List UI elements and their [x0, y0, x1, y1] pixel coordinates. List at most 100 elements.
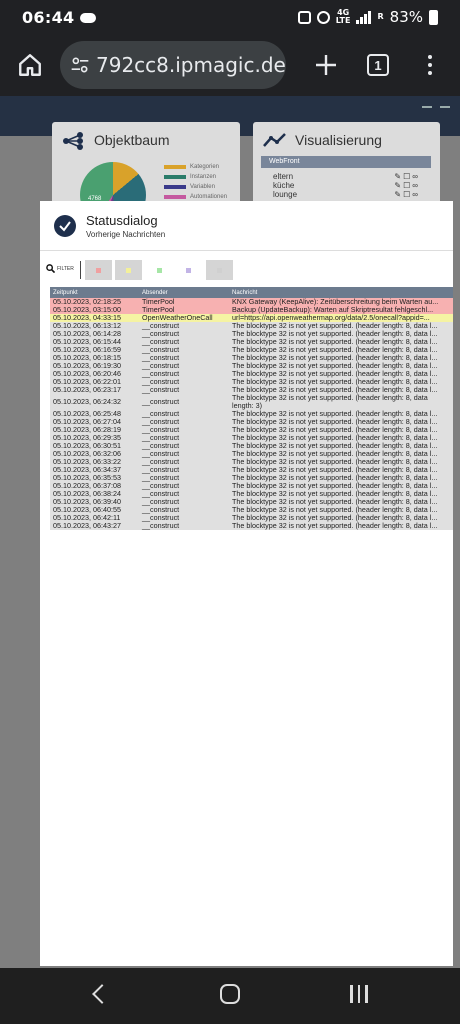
filter-chip-notify[interactable]: [175, 260, 202, 280]
cell-message: The blocktype 32 is not yet supported. (…: [229, 370, 453, 378]
table-row[interactable]: 05.10.2023, 06:19:30 __construct The block…: [50, 362, 453, 370]
chart-icon[interactable]: [440, 100, 450, 108]
cell-time: 05.10.2023, 06:38:24: [50, 490, 139, 498]
table-row[interactable]: 05.10.2023, 06:35:53 __construct The block…: [50, 474, 453, 482]
webfront-tools-icon[interactable]: ✎☐∞: [394, 172, 420, 181]
filter-chip-warning[interactable]: [115, 260, 142, 280]
cell-time: 05.10.2023, 02:18:25: [50, 298, 139, 306]
cell-sender: __construct: [139, 482, 229, 490]
cell-message: The blocktype 32 is not yet supported. (…: [229, 506, 453, 514]
table-row[interactable]: 05.10.2023, 06:23:17 __construct The block…: [50, 386, 453, 394]
table-row[interactable]: 05.10.2023, 02:18:25 TimerPool KNX Gateway…: [50, 298, 453, 306]
cell-time: 05.10.2023, 06:29:35: [50, 434, 139, 442]
signal-bar: [360, 17, 364, 24]
table-row[interactable]: 05.10.2023, 06:30:51 __construct The block…: [50, 442, 453, 450]
cell-time: 05.10.2023, 06:18:15: [50, 354, 139, 362]
cell-time: 05.10.2023, 06:20:46: [50, 370, 139, 378]
table-row[interactable]: 05.10.2023, 06:25:48 __construct The block…: [50, 410, 453, 418]
home-button[interactable]: [2, 37, 58, 93]
table-row[interactable]: 05.10.2023, 06:34:37 __construct The block…: [50, 466, 453, 474]
table-row[interactable]: 05.10.2023, 04:33:15 OpenWeatherOneCall ur…: [50, 314, 453, 322]
legend-label: Instanzen: [190, 174, 217, 180]
cell-message: The blocktype 32 is not yet supported. (…: [229, 450, 453, 458]
legend-item: Instanzen: [164, 172, 227, 182]
site-settings-icon[interactable]: [70, 55, 90, 75]
table-row[interactable]: 05.10.2023, 06:28:19 __construct The block…: [50, 426, 453, 434]
cell-sender: __construct: [139, 354, 229, 362]
webfront-tools-icon[interactable]: ✎☐∞: [394, 190, 420, 199]
battery-level: 83%: [389, 8, 423, 26]
web-page: Objektbaum 4768 3258 Kategorien Instanze…: [0, 96, 460, 968]
cell-sender: __construct: [139, 450, 229, 458]
cell-message: The blocktype 32 is not yet supported. (…: [229, 514, 453, 522]
filter-chip-success[interactable]: [146, 260, 173, 280]
home-nav-button[interactable]: [220, 984, 240, 1004]
legend-label: Variablen: [190, 184, 215, 190]
cell-sender: __construct: [139, 514, 229, 522]
cell-time: 05.10.2023, 06:19:30: [50, 362, 139, 370]
table-row[interactable]: 05.10.2023, 06:37:08 __construct The block…: [50, 482, 453, 490]
legend-label: Automationen: [190, 194, 228, 200]
tab-switcher-button[interactable]: 1: [352, 39, 404, 91]
cell-sender: __construct: [139, 362, 229, 370]
plus-icon: [316, 55, 336, 75]
cell-sender: __construct: [139, 466, 229, 474]
cell-time: 05.10.2023, 06:37:08: [50, 482, 139, 490]
cell-time: 05.10.2023, 03:15:00: [50, 306, 139, 314]
table-row[interactable]: 05.10.2023, 06:20:46 __construct The block…: [50, 370, 453, 378]
recents-button[interactable]: [350, 985, 368, 1003]
cell-sender: __construct: [139, 498, 229, 506]
column-header-time[interactable]: Zeitpunkt: [50, 287, 139, 298]
legend-swatch: [164, 165, 186, 169]
table-row[interactable]: 05.10.2023, 06:39:40 __construct The block…: [50, 498, 453, 506]
cell-sender: __construct: [139, 474, 229, 482]
table-row[interactable]: 05.10.2023, 03:15:00 TimerPool Backup (Upd…: [50, 306, 453, 314]
table-row[interactable]: 05.10.2023, 06:33:22 __construct The block…: [50, 458, 453, 466]
address-bar[interactable]: 792cc8.ipmagic.de: [60, 41, 286, 89]
table-row[interactable]: 05.10.2023, 06:24:32 __construct The block…: [50, 394, 453, 410]
column-header-sender[interactable]: Absender: [139, 287, 229, 298]
filter-chip-error[interactable]: [85, 260, 112, 280]
dialog-title: Statusdialog: [86, 213, 158, 228]
table-row[interactable]: 05.10.2023, 06:32:06 __construct The block…: [50, 450, 453, 458]
table-row[interactable]: 05.10.2023, 06:15:44 __construct The block…: [50, 338, 453, 346]
table-row[interactable]: 05.10.2023, 06:14:28 __construct The block…: [50, 330, 453, 338]
table-row[interactable]: 05.10.2023, 06:42:11 __construct The block…: [50, 514, 453, 522]
tile-objektbaum[interactable]: Objektbaum 4768 3258 Kategorien Instanze…: [52, 122, 240, 228]
browser-toolbar: 792cc8.ipmagic.de 1: [0, 34, 460, 96]
table-row[interactable]: 05.10.2023, 06:29:35 __construct The block…: [50, 434, 453, 442]
legend-label: Kategorien: [190, 164, 220, 170]
table-row[interactable]: 05.10.2023, 06:13:12 __construct The block…: [50, 322, 453, 330]
table-row[interactable]: 05.10.2023, 06:38:24 __construct The block…: [50, 490, 453, 498]
webfront-item[interactable]: lounge: [273, 190, 297, 199]
pie-legend: Kategorien Instanzen Variablen Automatio…: [164, 162, 227, 202]
webfront-item[interactable]: küche: [273, 181, 294, 190]
cell-message: The blocktype 32 is not yet supported. (…: [229, 490, 453, 498]
basket-icon[interactable]: [422, 100, 432, 108]
table-row[interactable]: 05.10.2023, 06:22:01 __construct The block…: [50, 378, 453, 386]
tile-visualisierung[interactable]: Visualisierung WebFront eltern küche lou…: [253, 122, 440, 212]
cell-sender: __construct: [139, 458, 229, 466]
cell-message: The blocktype 32 is not yet supported. (…: [229, 386, 453, 394]
legend-item: Variablen: [164, 182, 227, 192]
status-dialog: Statusdialog Vorherige Nachrichten FILTE…: [40, 201, 453, 966]
new-tab-button[interactable]: [300, 39, 352, 91]
tile-title: Visualisierung: [295, 132, 382, 148]
browser-menu-button[interactable]: [404, 39, 456, 91]
table-row[interactable]: 05.10.2023, 06:18:15 __construct The block…: [50, 354, 453, 362]
filter-chip-debug[interactable]: [206, 260, 233, 280]
table-row[interactable]: 05.10.2023, 06:27:04 __construct The block…: [50, 418, 453, 426]
table-row[interactable]: 05.10.2023, 06:16:59 __construct The block…: [50, 346, 453, 354]
cell-sender: OpenWeatherOneCall: [139, 314, 229, 322]
cell-time: 05.10.2023, 06:35:53: [50, 474, 139, 482]
webfront-item[interactable]: eltern: [273, 172, 293, 181]
cell-message: The blocktype 32 is not yet supported. (…: [229, 474, 453, 482]
table-row[interactable]: 05.10.2023, 06:40:55 __construct The block…: [50, 506, 453, 514]
column-header-message[interactable]: Nachricht: [229, 287, 453, 298]
table-row[interactable]: 05.10.2023, 06:43:27 __construct The block…: [50, 522, 453, 530]
signal-bar: [356, 20, 360, 24]
webfront-tools-icon[interactable]: ✎☐∞: [394, 181, 420, 190]
back-button[interactable]: [92, 984, 112, 1004]
search-icon: [46, 264, 55, 273]
chip-swatch: [96, 267, 101, 273]
